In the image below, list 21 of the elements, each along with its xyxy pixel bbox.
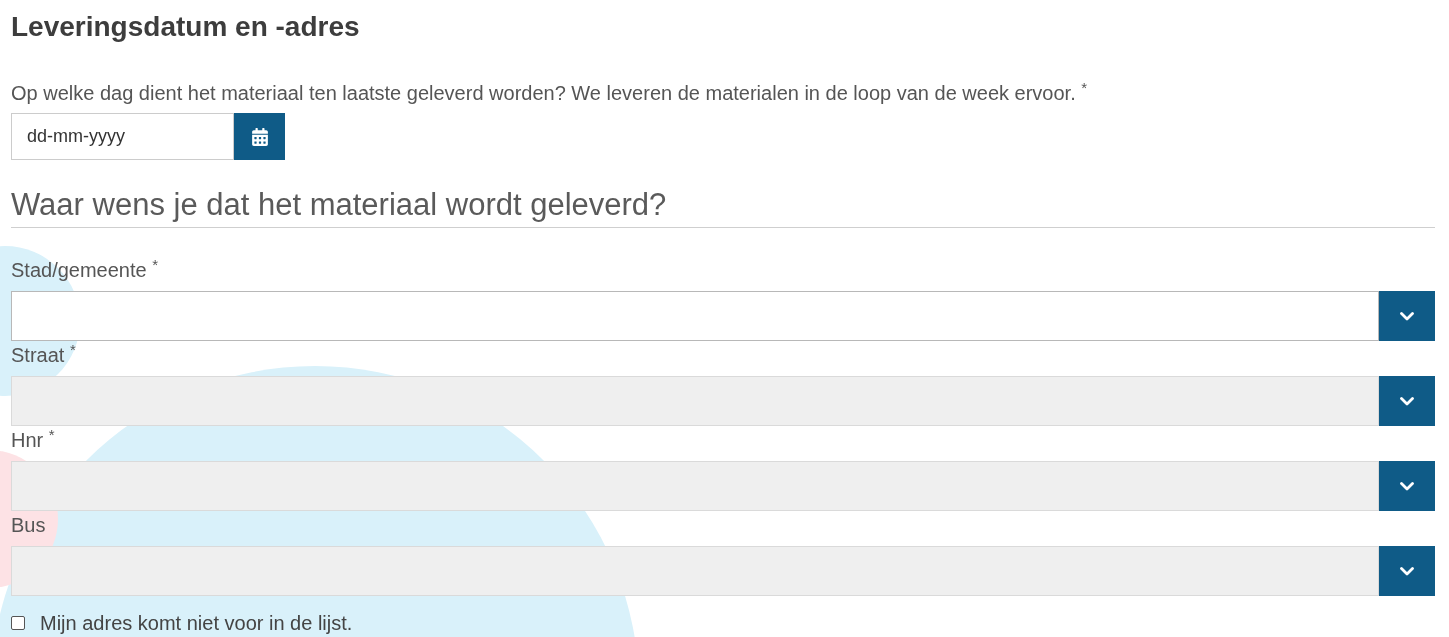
select-field[interactable] <box>11 291 1379 341</box>
question-label: Op welke dag dient het materiaal ten laatste geleverd worden? We leveren de materialen in de loop van de week ervoor. $^{*}$ <box>11 81 1088 105</box>
checkbox[interactable] <box>11 616 25 630</box>
dropdown-button[interactable] <box>1379 376 1435 426</box>
section-title: Leveringsdatum en -adres <box>11 11 360 43</box>
chevron-down-icon <box>1400 481 1414 491</box>
chevron-down-icon <box>1400 396 1414 406</box>
checkbox-label: Mijn adres komt niet voor in de lijst. <box>40 611 353 635</box>
field-label: Bus <box>11 513 46 537</box>
chevron-down-icon <box>1400 311 1414 321</box>
dropdown-button[interactable] <box>1379 546 1435 596</box>
calendar-button[interactable] <box>234 113 285 160</box>
field-label: Straat $^{*}$ <box>11 343 76 367</box>
date-input-field[interactable]: dd-mm-yyyy <box>11 113 234 160</box>
calendar-icon <box>250 127 269 146</box>
address-heading: Waar wens je dat het materiaal wordt geleverd? <box>11 187 1435 228</box>
dropdown-button[interactable] <box>1379 291 1435 341</box>
field-label: Stad/gemeente $^{*}$ <box>11 258 159 282</box>
chevron-down-icon <box>1400 566 1414 576</box>
field-label: Hnr $^{*}$ <box>11 428 55 452</box>
dropdown-button[interactable] <box>1379 461 1435 511</box>
